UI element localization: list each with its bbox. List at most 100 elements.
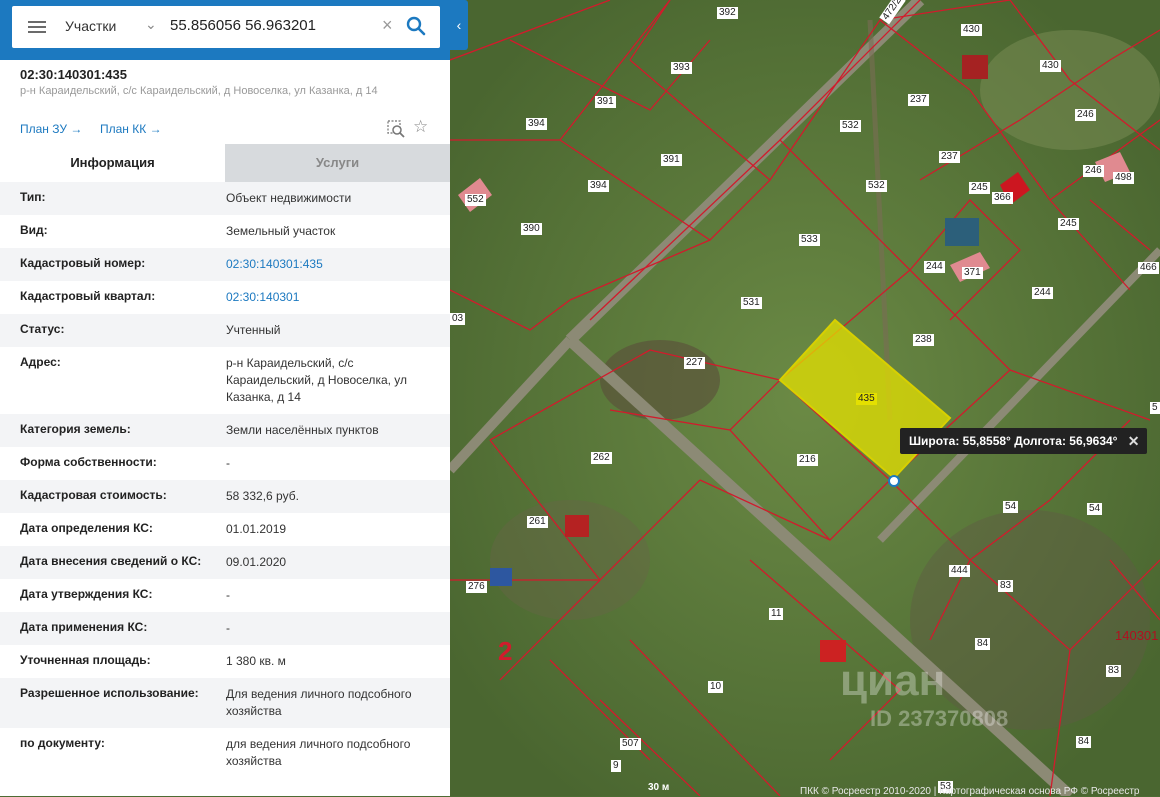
parcel-label[interactable]: 237 <box>908 94 929 106</box>
parcel-label[interactable]: 430 <box>1040 60 1061 72</box>
parcel-label[interactable]: 246 <box>1083 165 1104 177</box>
parcel-label[interactable]: 84 <box>1076 736 1092 748</box>
table-row: Форма собственности: - <box>0 447 450 480</box>
info-panel: Участки ⌄ × 02:30:140301:435 р-н Караиде… <box>0 0 450 796</box>
favorite-star-icon[interactable]: ☆ <box>413 117 428 137</box>
parcel-label[interactable]: 391 <box>595 96 616 108</box>
close-icon[interactable]: ✕ <box>1128 428 1140 454</box>
row-value: для ведения личного подсобного хозяйства <box>226 737 411 768</box>
parcel-label[interactable]: 237 <box>939 151 960 163</box>
tab-info[interactable]: Информация <box>0 144 225 182</box>
parcel-label[interactable]: 394 <box>526 118 547 130</box>
parcel-label[interactable]: 5 <box>1150 402 1160 414</box>
zoom-to-object-icon[interactable] <box>387 120 405 138</box>
coordinate-popup: Широта: 55,8558° Долгота: 56,9634° ✕ <box>900 428 1148 454</box>
parcel-label[interactable]: 507 <box>620 738 641 750</box>
parcel-label[interactable]: 244 <box>924 261 945 273</box>
parcel-label[interactable]: 11 <box>769 608 784 620</box>
parcel-label[interactable]: 54 <box>1087 503 1103 515</box>
row-label: Статус: <box>20 322 65 336</box>
parcel-label[interactable]: 552 <box>465 194 486 206</box>
parcel-label[interactable]: 246 <box>1075 109 1096 121</box>
table-row: по документу: для ведения личного подсоб… <box>0 728 450 768</box>
menu-icon[interactable] <box>28 19 46 35</box>
quarter-code-label: 140301 <box>1115 628 1159 643</box>
parcel-label[interactable]: 84 <box>975 638 991 650</box>
row-value: Учтенный <box>226 323 281 337</box>
parcel-label[interactable]: 366 <box>992 192 1013 204</box>
parcel-label[interactable]: 392 <box>717 7 738 19</box>
layer-select[interactable]: Участки <box>65 18 116 34</box>
parcel-label[interactable]: 261 <box>527 516 548 528</box>
parcel-label[interactable]: 391 <box>661 154 682 166</box>
map-copyright: ПКК © Росреестр 2010-2020 | Картографиче… <box>800 786 1140 797</box>
row-label: Кадастровый квартал: <box>20 289 156 303</box>
table-row: Адрес: р-н Караидельский, с/с Караидельс… <box>0 347 450 414</box>
table-row: Кадастровый квартал: 02:30:140301 <box>0 281 450 314</box>
cadastral-quarter-link[interactable]: 02:30:140301 <box>226 289 438 306</box>
row-value: - <box>226 456 230 470</box>
clear-icon[interactable]: × <box>382 15 393 36</box>
row-label: Вид: <box>20 223 48 237</box>
parcel-label[interactable]: 216 <box>797 454 818 466</box>
parcel-label[interactable]: 532 <box>840 120 861 132</box>
parcel-label[interactable]: 10 <box>708 681 724 693</box>
row-label: Дата определения КС: <box>20 521 153 535</box>
parcel-label[interactable]: 83 <box>998 580 1014 592</box>
plan-kk-link[interactable]: План КК → <box>100 122 162 136</box>
table-row: Категория земель: Земли населённых пункт… <box>0 414 450 447</box>
watermark-id: ID 237370808 <box>870 706 1009 731</box>
row-label: Дата внесения сведений о КС: <box>20 554 202 568</box>
search-input[interactable] <box>170 17 375 34</box>
parcel-label[interactable]: 390 <box>521 223 542 235</box>
table-row: Дата применения КС: - <box>0 612 450 645</box>
location-marker[interactable] <box>888 475 900 487</box>
plan-zu-link[interactable]: План ЗУ → <box>20 122 82 136</box>
row-value: 09.01.2020 <box>226 555 287 569</box>
parcel-label[interactable]: 83 <box>1106 665 1122 677</box>
row-value: Объект недвижимости <box>226 191 352 205</box>
table-row: Разрешенное использование: Для ведения л… <box>0 678 450 728</box>
parcel-label[interactable]: 276 <box>466 581 487 593</box>
parcel-label[interactable]: 394 <box>588 180 609 192</box>
building <box>962 55 988 79</box>
parcel-label[interactable]: 531 <box>741 297 762 309</box>
row-label: Адрес: <box>20 355 61 369</box>
row-label: Форма собственности: <box>20 455 157 469</box>
table-row: Уточненная площадь: 1 380 кв. м <box>0 645 450 678</box>
row-label: Кадастровая стоимость: <box>20 488 167 502</box>
parcel-label[interactable]: 533 <box>799 234 820 246</box>
parcel-label[interactable]: 393 <box>671 62 692 74</box>
parcel-label[interactable]: 466 <box>1138 262 1159 274</box>
parcel-label[interactable]: 245 <box>969 182 990 194</box>
parcel-label-selected[interactable]: 435 <box>856 393 877 405</box>
parcel-label[interactable]: 244 <box>1032 287 1053 299</box>
parcel-label[interactable]: 227 <box>684 357 705 369</box>
row-label: Категория земель: <box>20 422 131 436</box>
table-row: Тип: Объект недвижимости <box>0 182 450 215</box>
tab-services[interactable]: Услуги <box>225 144 450 182</box>
parcel-label[interactable]: 498 <box>1113 172 1134 184</box>
parcel-label[interactable]: 03 <box>450 313 466 325</box>
cadastral-number-link[interactable]: 02:30:140301:435 <box>226 256 438 273</box>
row-value: 58 332,6 руб. <box>226 489 299 503</box>
parcel-label[interactable]: 54 <box>1003 501 1019 513</box>
collapse-panel-button[interactable]: ‹ <box>450 0 468 50</box>
row-value: Земли населённых пунктов <box>226 423 379 437</box>
search-icon[interactable] <box>405 15 427 37</box>
parcel-label[interactable]: 444 <box>949 565 970 577</box>
table-row: Дата утверждения КС: - <box>0 579 450 612</box>
row-label: Тип: <box>20 190 46 204</box>
row-value: Земельный участок <box>226 224 336 238</box>
parcel-label[interactable]: 238 <box>913 334 934 346</box>
parcel-label[interactable]: 262 <box>591 452 612 464</box>
cadastral-map[interactable] <box>450 0 1160 796</box>
table-row: Кадастровый номер: 02:30:140301:435 <box>0 248 450 281</box>
parcel-label[interactable]: 532 <box>866 180 887 192</box>
chevron-down-icon[interactable]: ⌄ <box>145 16 157 33</box>
parcel-label[interactable]: 430 <box>961 24 982 36</box>
parcel-label[interactable]: 371 <box>962 267 983 279</box>
parcel-label[interactable]: 245 <box>1058 218 1079 230</box>
parcel-label[interactable]: 9 <box>611 760 621 772</box>
row-value: - <box>226 621 230 635</box>
